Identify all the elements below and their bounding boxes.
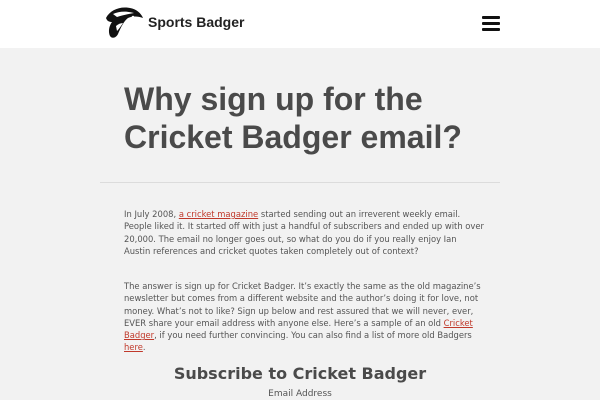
- answer-paragraph: The answer is sign up for Cricket Badger…: [124, 280, 484, 354]
- badger-logo-icon: [106, 7, 143, 38]
- site-header: Sports Badger: [0, 0, 600, 48]
- paragraph-text: In July 2008,: [124, 209, 179, 219]
- hamburger-menu-icon[interactable]: [482, 15, 500, 31]
- paragraph-text: , if you need further convincing. You ca…: [154, 330, 472, 341]
- site-name: Sports Badger: [148, 14, 245, 30]
- intro-paragraph: In July 2008, a cricket magazine started…: [124, 208, 484, 257]
- subscribe-heading: Subscribe to Cricket Badger: [173, 364, 427, 383]
- email-address-label: Email Address: [268, 389, 332, 399]
- menu-bar: [482, 28, 500, 31]
- menu-bar: [482, 22, 500, 25]
- site-logo[interactable]: Sports Badger: [104, 4, 244, 40]
- page-title: Why sign up for the Cricket Badger email…: [124, 81, 462, 155]
- menu-bar: [482, 16, 500, 19]
- old-badgers-link[interactable]: here: [124, 342, 143, 352]
- paragraph-text: The answer is sign up for Cricket Badger…: [124, 281, 481, 328]
- divider: [100, 182, 500, 183]
- cricket-magazine-link[interactable]: a cricket magazine: [179, 209, 258, 219]
- paragraph-text: .: [142, 342, 146, 353]
